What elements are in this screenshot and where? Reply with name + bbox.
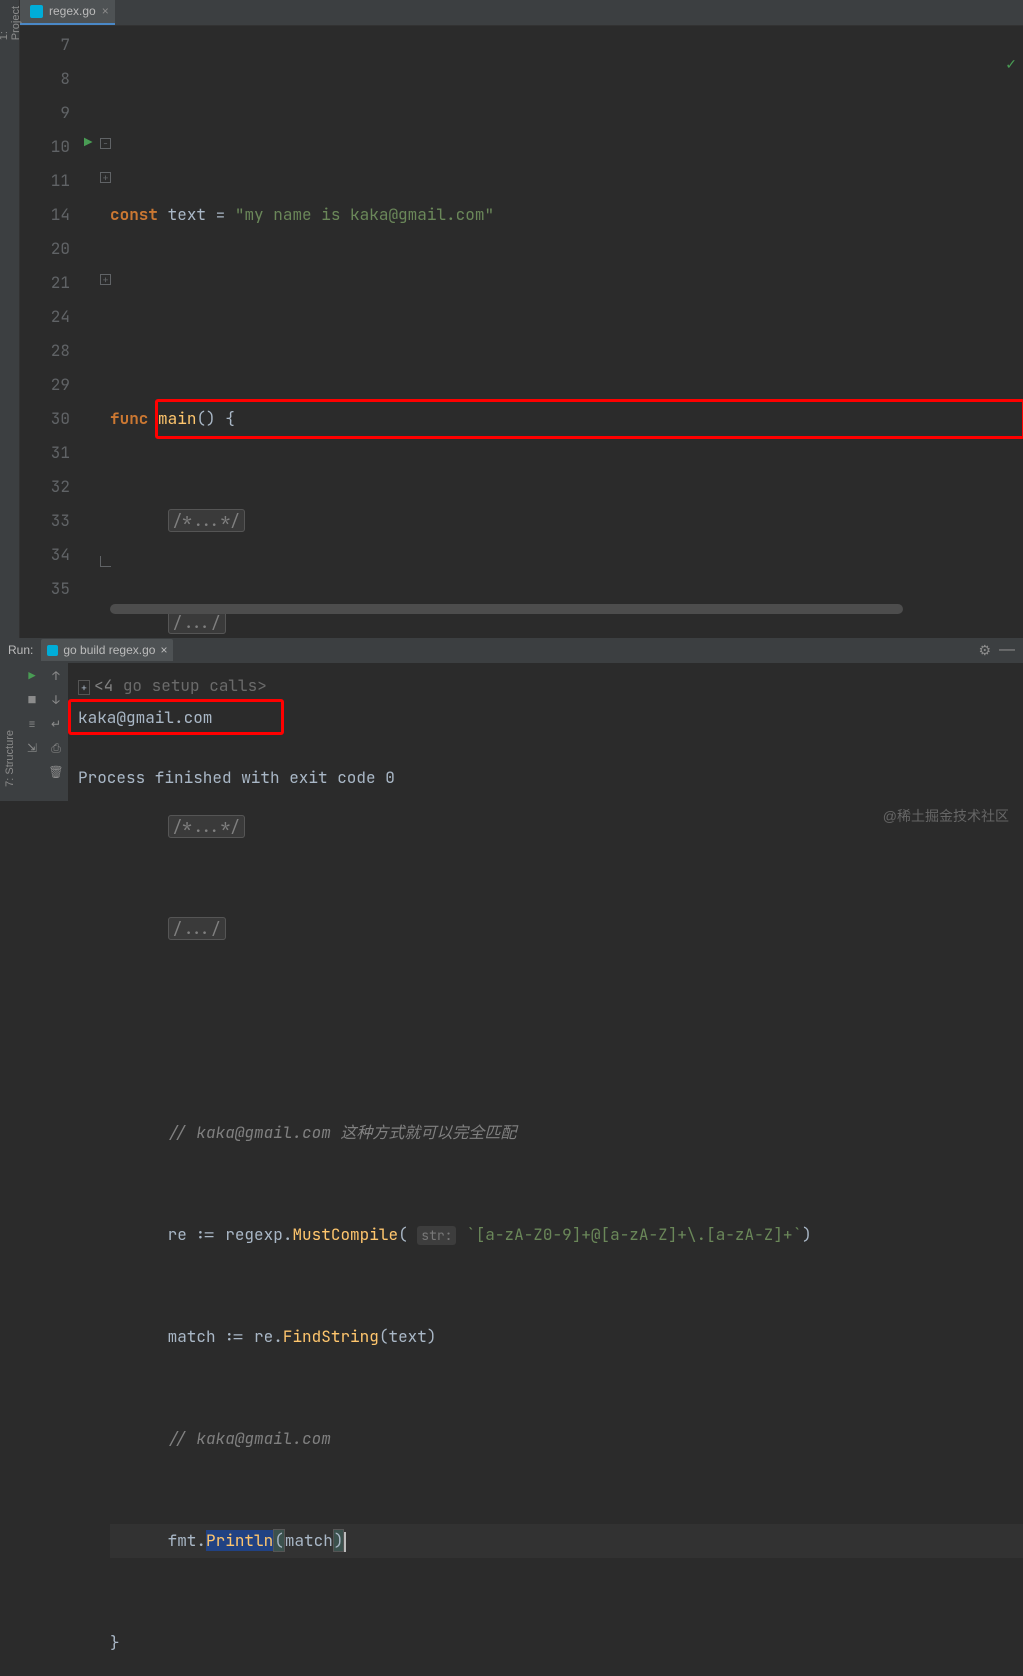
up-icon[interactable]: ↑ [47,667,65,685]
code-content[interactable]: const text = "my name is kaka@gmail.com"… [110,26,1023,638]
line-numbers: 7 8 9 10 11 14 20 21 24 28 29 30 31 32 3… [20,26,80,638]
rerun-icon[interactable]: ▶ [23,667,41,685]
folded-region[interactable]: /.../ [168,917,226,940]
down-icon[interactable]: ↓ [47,691,65,709]
pin-icon[interactable]: ⇲ [23,739,41,757]
folded-region[interactable]: /*...*/ [168,815,245,838]
go-file-icon [30,5,43,18]
project-tool-stripe[interactable]: 1: Project ▦ [0,0,20,26]
layout-icon[interactable]: ≡ [23,715,41,733]
clear-icon[interactable]: 🗑 [47,763,65,781]
code-editor[interactable]: ✓ 7 8 9 10 11 14 20 21 24 28 29 30 31 32… [20,26,1023,638]
stop-icon[interactable]: ■ [23,691,41,709]
project-label[interactable]: 1: Project [0,0,22,46]
console-output[interactable]: +<4 go setup calls> kaka@gmail.com Proce… [68,663,1023,801]
tab-filename: regex.go [49,4,96,18]
watermark: @稀土掘金技术社区 [883,806,1009,826]
caret [344,1532,346,1552]
run-label: Run: [8,643,33,657]
structure-label[interactable]: 7: Structure [4,724,16,793]
gutter: ▶ − + + [80,26,110,638]
softwrap-icon[interactable]: ↵ [47,715,65,733]
scroll-icon[interactable]: ⎙ [47,739,65,757]
fold-toggle-icon[interactable]: + [78,680,90,695]
folded-region[interactable]: /.../ [168,611,226,634]
folded-region[interactable]: /*...*/ [168,509,245,532]
close-tab-icon[interactable]: × [102,4,109,18]
editor-tab-bar: regex.go × [20,0,1023,26]
editor-tab-regex[interactable]: regex.go × [20,0,115,25]
run-toolbar: ▶ ■ ≡ ⇲ ↑ ↓ ↵ ⎙ 🗑 [20,663,68,801]
horizontal-scrollbar[interactable] [110,604,1011,614]
go-file-icon [47,645,58,656]
inlay-hint: str: [417,1226,456,1245]
run-gutter-icon[interactable]: ▶ [84,134,98,148]
